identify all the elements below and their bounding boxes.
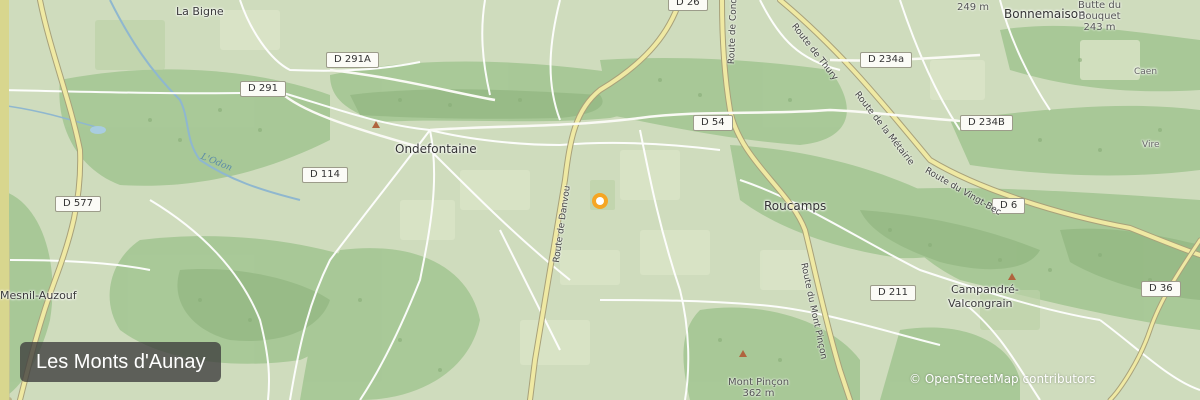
peak-name: Mont Pinçon [728, 377, 790, 388]
location-title: Les Monts d'Aunay [20, 342, 222, 382]
map-view[interactable]: La Bigne Ondefontaine Roucamps Bonnemais… [0, 0, 1200, 400]
road-shield-d291a: D 291A [326, 52, 379, 68]
place-label-campandre-line1: Campandré- [951, 283, 1019, 296]
road-shield-d291: D 291 [240, 81, 286, 97]
location-marker-icon[interactable] [590, 191, 610, 211]
place-label-caen: Caen [1134, 67, 1158, 77]
road-shield-d211: D 211 [870, 285, 916, 301]
peak-elevation-249: 249 m [957, 2, 990, 13]
map-attribution: © OpenStreetMap contributors [909, 372, 1095, 386]
road-shield-d234a: D 234a [860, 52, 913, 68]
osm-attribution-link[interactable]: OpenStreetMap [925, 372, 1019, 386]
place-label-vire: Vire [1142, 140, 1160, 150]
peak-elevation: 362 m [742, 388, 775, 399]
peak-elevation: 243 m [1083, 22, 1116, 33]
peak-label-mont-pincon: Mont Pinçon 362 m [728, 377, 789, 399]
place-label-campandre-line2: Valcongrain [948, 297, 1013, 310]
place-label-roucamps: Roucamps [764, 199, 827, 213]
road-shield-d114: D 114 [302, 167, 348, 183]
copyright-symbol: © [909, 372, 921, 386]
place-label-mesnil-auzouf: Mesnil-Auzouf [0, 289, 77, 302]
road-shield-d54: D 54 [693, 115, 733, 131]
road-shield-d36: D 36 [1141, 281, 1181, 297]
attribution-suffix: contributors [1022, 372, 1096, 386]
peak-name-line1: Butte du [1078, 0, 1122, 11]
road-shield-d234b: D 234B [960, 115, 1013, 131]
road-shield-d26: D 26 [668, 0, 708, 11]
place-label-ondefontaine: Ondefontaine [395, 142, 477, 156]
road-shield-d577: D 577 [55, 196, 101, 212]
place-label-bonnemaison: Bonnemaison [1004, 7, 1086, 21]
peak-label-butte-du-bouquet: Butte du Bouquet 243 m [1078, 0, 1121, 33]
map-edge-strip [0, 0, 9, 400]
peak-name-line2: Bouquet [1078, 11, 1121, 22]
place-label-la-bigne: La Bigne [176, 5, 224, 18]
